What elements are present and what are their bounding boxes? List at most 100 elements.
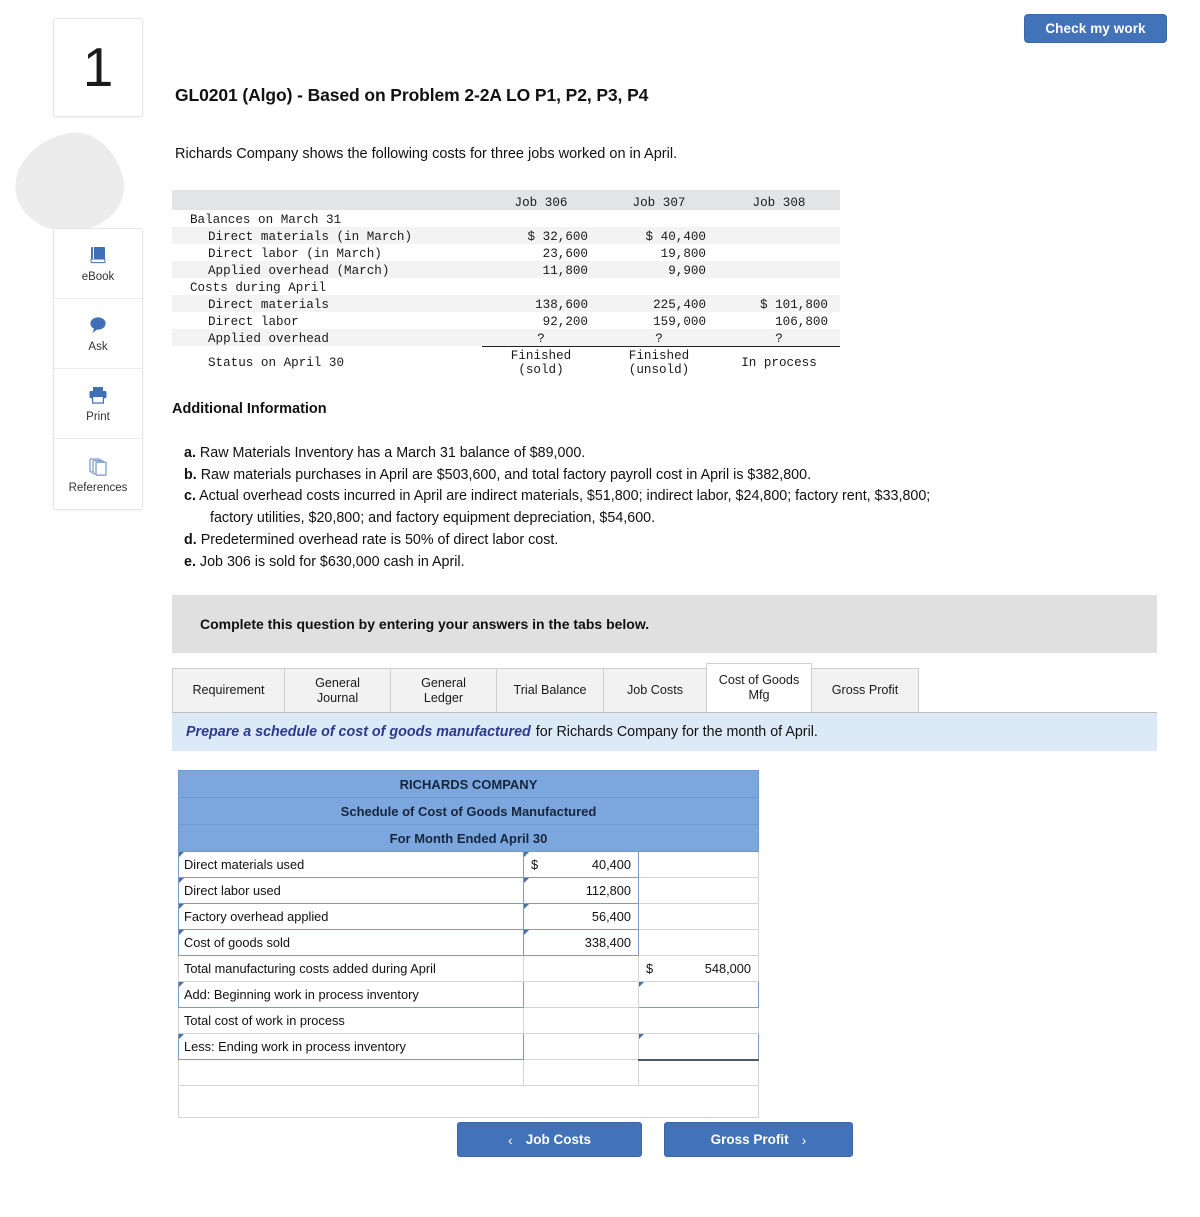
decorative-blob	[5, 123, 133, 243]
row-value: $ 40,400	[645, 230, 706, 244]
next-tab-label: Gross Profit	[710, 1132, 789, 1147]
prev-tab-button[interactable]: ‹ Job Costs	[457, 1122, 642, 1157]
list-item: c. Actual overhead costs incurred in Apr…	[172, 486, 1182, 508]
tab-general-journal[interactable]: General Journal	[284, 668, 391, 712]
item-key: d.	[184, 531, 197, 548]
tab-general-ledger[interactable]: General Ledger	[390, 668, 497, 712]
row-value: 92,200	[542, 315, 588, 329]
row-amount-cell-1[interactable]	[523, 1033, 639, 1060]
worksheet-row: Factory overhead applied 56,400	[178, 903, 760, 930]
worksheet-row: Cost of goods sold 338,400	[178, 929, 760, 956]
row-amount-cell-2[interactable]	[637, 851, 760, 878]
row-value: 11,800	[542, 264, 588, 278]
amount: 40,400	[591, 857, 631, 872]
jobs-col-307: Job 307	[600, 190, 718, 210]
row-value: ?	[718, 329, 840, 347]
row-amount-cell-1[interactable]	[523, 955, 639, 982]
table-row: Direct labor (in March) 23,600 19,800	[172, 244, 840, 261]
printer-icon	[86, 384, 110, 406]
tab-cost-of-goods-mfg[interactable]: Cost of Goods Mfg	[706, 663, 812, 712]
worksheet-row: Total cost of work in process	[178, 1007, 760, 1034]
list-item: a. Raw Materials Inventory has a March 3…	[172, 443, 1182, 465]
jobs-table-body: Balances on March 31 Direct materials (i…	[172, 210, 840, 380]
additional-information-list: a. Raw Materials Inventory has a March 3…	[172, 443, 1182, 573]
row-label-cell[interactable]: Total cost of work in process	[178, 1007, 524, 1034]
row-label-cell[interactable]: Direct materials used	[178, 851, 524, 878]
row-amount-cell-1[interactable]	[523, 981, 639, 1008]
row-label-cell[interactable]: Less: Ending work in process inventory	[178, 1033, 524, 1060]
status-value: Finished (unsold)	[628, 348, 690, 378]
row-amount-cell-2[interactable]	[637, 1033, 760, 1060]
complete-question-text: Complete this question by entering your …	[200, 616, 650, 632]
table-row: Applied overhead ? ? ?	[172, 329, 840, 347]
chevron-left-icon: ‹	[508, 1131, 513, 1148]
row-label: Direct labor (in March)	[208, 247, 382, 261]
item-text: Raw materials purchases in April are $50…	[200, 466, 812, 483]
amount: 548,000	[704, 961, 752, 976]
tab-job-costs[interactable]: Job Costs	[603, 668, 707, 712]
worksheet-footer-cell[interactable]	[177, 1085, 760, 1118]
tab-requirement[interactable]: Requirement	[172, 668, 285, 712]
worksheet-footer-row	[177, 1085, 760, 1118]
row-label-cell[interactable]: Cost of goods sold	[178, 929, 524, 956]
jobs-table-head: Job 306 Job 307 Job 308	[172, 190, 840, 210]
tab-trial-balance[interactable]: Trial Balance	[496, 668, 604, 712]
status-value: Finished (sold)	[510, 348, 572, 378]
row-value: 106,800	[775, 315, 828, 329]
row-value	[482, 210, 600, 227]
answer-tabs: Requirement General Journal General Ledg…	[172, 663, 1157, 713]
row-amount-cell-2[interactable]	[637, 1058, 760, 1086]
next-tab-button[interactable]: Gross Profit ›	[664, 1122, 853, 1157]
row-value: 159,000	[653, 315, 706, 329]
row-label-cell[interactable]: Add: Beginning work in process inventory	[178, 981, 524, 1008]
amount: 56,400	[591, 909, 631, 924]
rail-item-print[interactable]: Print	[54, 369, 142, 439]
rail-item-references[interactable]: References	[54, 439, 142, 509]
rail-item-ask[interactable]: Ask	[54, 299, 142, 369]
item-text: Actual overhead costs incurred in April …	[199, 488, 931, 505]
row-amount-cell-2[interactable]: $548,000	[637, 955, 760, 982]
worksheet-row	[178, 1058, 760, 1086]
row-label: Direct materials (in March)	[208, 230, 413, 244]
row-amount-cell-1[interactable]: $40,400	[523, 851, 639, 878]
rail-item-label: Print	[86, 411, 110, 423]
row-amount-cell-1[interactable]: 338,400	[523, 929, 639, 956]
rail-item-ebook[interactable]: eBook	[54, 229, 142, 299]
item-text: Job 306 is sold for $630,000 cash in Apr…	[199, 553, 465, 570]
row-value	[482, 278, 600, 295]
row-amount-cell-1[interactable]: 56,400	[523, 903, 639, 930]
row-value	[718, 261, 840, 278]
row-value: 9,900	[668, 264, 706, 278]
worksheet-row: Total manufacturing costs added during A…	[178, 955, 760, 982]
row-amount-cell-1[interactable]: 112,800	[523, 877, 639, 904]
row-value	[718, 227, 840, 244]
row-value	[600, 278, 718, 295]
row-label: Status on April 30	[208, 356, 345, 371]
tab-gross-profit[interactable]: Gross Profit	[811, 668, 919, 712]
row-amount-cell-2[interactable]	[637, 929, 760, 956]
row-amount-cell-2[interactable]	[637, 981, 760, 1008]
row-label-cell[interactable]	[178, 1059, 524, 1086]
row-value: ?	[600, 329, 718, 347]
row-label-cell[interactable]: Total manufacturing costs added during A…	[178, 955, 524, 982]
amount: 338,400	[584, 935, 631, 950]
chevron-right-icon: ›	[801, 1131, 807, 1148]
question-page: Check my work 1 eBook Ask Print Referenc…	[0, 0, 1200, 1217]
row-value	[600, 210, 718, 227]
row-value: $ 101,800	[759, 298, 828, 312]
row-amount-cell-1[interactable]	[523, 1007, 639, 1034]
row-amount-cell-2[interactable]	[637, 877, 760, 904]
row-label-cell[interactable]: Factory overhead applied	[178, 903, 524, 930]
question-number: 1	[82, 36, 114, 98]
cost-of-goods-manufactured-worksheet: RICHARDS COMPANY Schedule of Cost of Goo…	[177, 770, 760, 1118]
row-amount-cell-2[interactable]	[637, 1007, 760, 1034]
row-amount-cell-2[interactable]	[637, 903, 760, 930]
row-label-cell[interactable]: Direct labor used	[178, 877, 524, 904]
row-label: Direct materials	[208, 298, 329, 312]
jobs-col-306: Job 306	[482, 190, 600, 210]
row-label: Direct labor	[208, 315, 299, 329]
row-label: Applied overhead (March)	[208, 264, 390, 278]
check-my-work-button[interactable]: Check my work	[1024, 14, 1167, 43]
rail-item-label: Ask	[88, 341, 108, 353]
row-amount-cell-1[interactable]	[523, 1059, 639, 1086]
